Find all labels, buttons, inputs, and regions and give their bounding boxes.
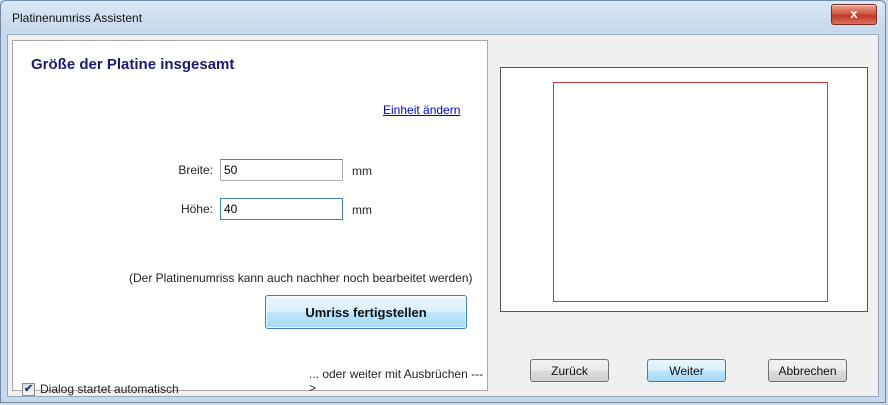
- size-settings-panel: Größe der Platine insgesamt Einheit ände…: [12, 40, 488, 396]
- width-unit: mm: [352, 164, 372, 178]
- cancel-button[interactable]: Abbrechen: [768, 359, 847, 382]
- next-button[interactable]: Weiter: [647, 359, 726, 382]
- edit-later-hint: (Der Platinenumriss kann auch nachher no…: [129, 271, 473, 285]
- height-input[interactable]: [220, 198, 343, 220]
- height-unit: mm: [352, 203, 372, 217]
- width-label: Breite:: [178, 163, 213, 177]
- window-title: Platinenumriss Assistent: [12, 11, 143, 25]
- height-label: Höhe:: [180, 202, 213, 216]
- autostart-checkbox-label[interactable]: Dialog startet automatisch: [40, 382, 179, 396]
- dialog-client-area: Größe der Platine insgesamt Einheit ände…: [7, 34, 879, 397]
- finish-outline-button[interactable]: Umriss fertigstellen: [265, 295, 467, 329]
- dialog-window: Platinenumriss Assistent x Größe der Pla…: [0, 0, 886, 403]
- back-button[interactable]: Zurück: [530, 359, 609, 382]
- outline-preview: [500, 67, 868, 312]
- board-outline-rectangle: [553, 82, 828, 302]
- panel-heading: Größe der Platine insgesamt: [31, 56, 235, 73]
- title-bar[interactable]: Platinenumriss Assistent x: [1, 1, 885, 35]
- continue-hint: ... oder weiter mit Ausbrüchen --->: [309, 367, 484, 395]
- checkmark-icon: ✔: [23, 383, 34, 395]
- change-unit-link[interactable]: Einheit ändern: [383, 103, 460, 117]
- close-button[interactable]: x: [831, 4, 877, 25]
- autostart-checkbox[interactable]: ✔: [22, 383, 35, 396]
- close-icon: x: [850, 6, 858, 21]
- width-input[interactable]: [220, 159, 343, 181]
